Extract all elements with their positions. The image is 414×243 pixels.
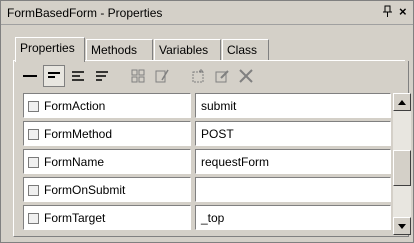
property-checkbox[interactable] bbox=[28, 101, 39, 112]
property-row: FormTarget _top bbox=[21, 204, 391, 232]
property-name: FormMethod bbox=[44, 127, 113, 141]
property-name-cell[interactable]: FormTarget bbox=[23, 205, 191, 230]
property-name: FormOnSubmit bbox=[44, 183, 126, 197]
property-value: requestForm bbox=[201, 155, 270, 169]
no-indent-icon[interactable] bbox=[19, 65, 41, 87]
close-icon[interactable]: × bbox=[399, 4, 407, 19]
window-title: FormBasedForm - Properties bbox=[7, 6, 163, 20]
property-name-cell[interactable]: FormAction bbox=[23, 93, 191, 118]
property-checkbox[interactable] bbox=[28, 185, 39, 196]
property-grid: FormAction submit FormMethod POST FormNa… bbox=[21, 92, 391, 235]
property-name: FormAction bbox=[44, 99, 106, 113]
property-checkbox[interactable] bbox=[28, 213, 39, 224]
property-value: _top bbox=[201, 211, 225, 225]
property-value-cell[interactable]: requestForm bbox=[195, 149, 391, 174]
property-row: FormName requestForm bbox=[21, 148, 391, 176]
property-checkbox[interactable] bbox=[28, 129, 39, 140]
property-value-cell[interactable]: submit bbox=[195, 93, 391, 118]
scroll-up-button[interactable] bbox=[393, 93, 411, 111]
tab-properties[interactable]: Properties bbox=[15, 37, 85, 62]
property-value-cell[interactable] bbox=[195, 177, 391, 202]
vertical-scrollbar[interactable] bbox=[393, 93, 411, 235]
new-item-icon[interactable] bbox=[187, 65, 209, 87]
indent-small-icon[interactable] bbox=[43, 65, 65, 87]
tab-label: Class bbox=[227, 43, 258, 57]
indent-medium-icon[interactable] bbox=[67, 65, 89, 87]
scroll-down-button[interactable] bbox=[393, 217, 411, 235]
property-value: submit bbox=[201, 99, 237, 113]
tab-variables[interactable]: Variables bbox=[154, 39, 221, 61]
property-row: FormMethod POST bbox=[21, 120, 391, 148]
edit-item-icon[interactable] bbox=[211, 65, 233, 87]
property-name: FormTarget bbox=[44, 211, 106, 225]
property-value-cell[interactable]: _top bbox=[195, 205, 391, 230]
arrow-down-icon bbox=[398, 223, 406, 229]
tab-label: Methods bbox=[91, 43, 138, 57]
tab-class[interactable]: Class bbox=[222, 39, 269, 61]
property-name: FormName bbox=[44, 155, 105, 169]
property-name-cell[interactable]: FormMethod bbox=[23, 121, 191, 146]
property-value: POST bbox=[201, 127, 234, 141]
title-bar[interactable]: FormBasedForm - Properties × bbox=[1, 1, 413, 25]
property-value-cell[interactable]: POST bbox=[195, 121, 391, 146]
tab-label: Variables bbox=[159, 43, 209, 57]
edit-link-icon[interactable] bbox=[151, 65, 173, 87]
property-name-cell[interactable]: FormName bbox=[23, 149, 191, 174]
property-row: FormAction submit bbox=[21, 92, 391, 120]
pin-icon[interactable] bbox=[382, 5, 394, 19]
delete-icon[interactable] bbox=[235, 65, 257, 87]
tab-methods[interactable]: Methods bbox=[86, 39, 153, 61]
property-checkbox[interactable] bbox=[28, 157, 39, 168]
arrow-up-icon bbox=[398, 99, 406, 105]
properties-window: FormBasedForm - Properties × Properties … bbox=[0, 0, 414, 243]
tab-strip: Properties Methods Variables Class bbox=[15, 37, 405, 62]
toolbar bbox=[17, 65, 287, 89]
indent-large-icon[interactable] bbox=[91, 65, 113, 87]
view-grid-icon[interactable] bbox=[127, 65, 149, 87]
property-name-cell[interactable]: FormOnSubmit bbox=[23, 177, 191, 202]
property-row: FormOnSubmit bbox=[21, 176, 391, 204]
tab-label: Properties bbox=[20, 41, 75, 55]
scroll-thumb[interactable] bbox=[393, 150, 411, 186]
